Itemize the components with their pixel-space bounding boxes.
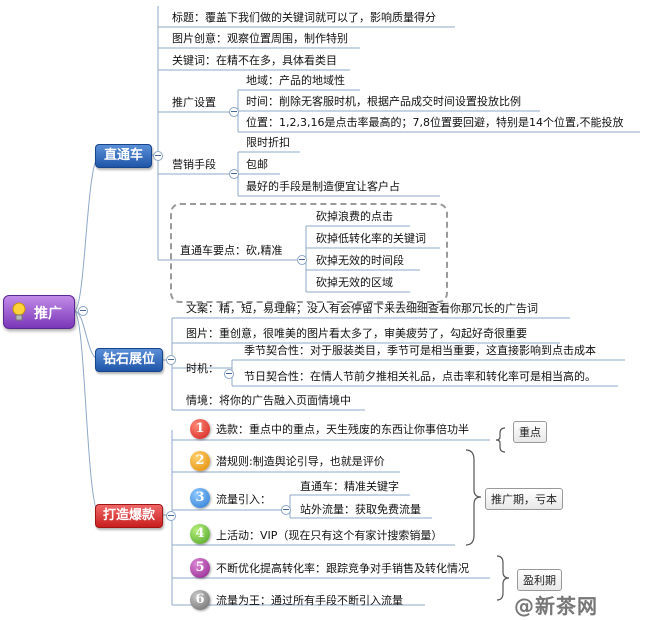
branch-label: 打造爆款 (102, 508, 155, 523)
step-number-2: 2 (190, 451, 210, 471)
step-number-6: 6 (190, 590, 210, 610)
step-6[interactable]: 流量为王：通过所有手段不断引入流量 (216, 594, 403, 608)
branch-baokuan[interactable]: 打造爆款 (95, 504, 163, 528)
node-holiday[interactable]: 节日契合性：在情人节前夕推相关礼品，点击率和转化率可是相当高的。 (244, 370, 596, 384)
node-copy[interactable]: 文案：精，短，易理解；没人有会停留下来去细细查看你那冗长的广告词 (186, 302, 538, 316)
step-2[interactable]: 潜规则:制造舆论引导，也就是评价 (216, 455, 385, 469)
node-key-c[interactable]: 砍掉无效的时间段 (316, 254, 404, 268)
node-position[interactable]: 位置：1,2,3,16是点击率最高的；7,8位置要回避，特别是14个位置,不能投… (246, 116, 623, 130)
node-key-d[interactable]: 砍掉无效的区域 (316, 276, 393, 290)
node-title[interactable]: 标题：覆盖下我们做的关键词就可以了，影响质量得分 (172, 11, 436, 25)
branch-zuanshi[interactable]: 钻石展位 (95, 348, 163, 372)
node-season[interactable]: 季节契合性：对于服装类目，季节可是相当重要，这直接影响到点击成本 (244, 344, 596, 358)
collapse-toggle[interactable] (224, 369, 234, 379)
node-marketing-b[interactable]: 包邮 (246, 158, 268, 172)
collapse-toggle[interactable] (229, 169, 239, 179)
node-context[interactable]: 情境：将你的广告融入页面情境中 (186, 394, 351, 408)
callout-profit-period[interactable]: 盈利期 (517, 569, 562, 591)
step-3[interactable]: 流量引入： (216, 493, 271, 507)
mind-map: 推广 直通车 标题：覆盖下我们做的关键词就可以了，影响质量得分 图片创意：观察位… (0, 0, 652, 621)
step-number-4: 4 (190, 524, 210, 544)
node-key-b[interactable]: 砍掉低转化率的关键词 (316, 232, 426, 246)
callout-focus[interactable]: 重点 (513, 421, 547, 443)
collapse-toggle[interactable] (166, 355, 176, 365)
node-marketing[interactable]: 营销手段 (172, 158, 216, 172)
branch-label: 直通车 (103, 148, 143, 163)
collapse-toggle[interactable] (281, 505, 291, 515)
step-1[interactable]: 选款：重点中的重点，天生残废的东西让你事倍功半 (216, 423, 469, 437)
watermark: @新茶网 (514, 594, 598, 618)
node-promo-settings[interactable]: 推广设置 (172, 96, 216, 110)
step-3-sub-b[interactable]: 站外流量：获取免费流量 (300, 503, 421, 517)
branch-zhitongche[interactable]: 直通车 (95, 144, 152, 168)
step-3-sub-a[interactable]: 直通车：精准关键字 (300, 480, 399, 494)
node-keyword[interactable]: 关键词：在精不在多，具体看类目 (172, 54, 337, 68)
node-key-a[interactable]: 砍掉浪费的点击 (316, 210, 393, 224)
node-region[interactable]: 地域：产品的地域性 (246, 74, 345, 88)
step-number-3: 3 (190, 488, 210, 508)
node-timing[interactable]: 时机： (186, 362, 219, 376)
step-number-1: 1 (190, 419, 210, 439)
lightbulb-icon (12, 302, 26, 321)
collapse-toggle[interactable] (229, 107, 239, 117)
collapse-toggle[interactable] (153, 151, 163, 161)
callout-promo-period[interactable]: 推广期，亏本 (485, 488, 563, 510)
collapse-toggle[interactable] (78, 306, 88, 316)
node-image[interactable]: 图片创意：观察位置周围，制作特别 (172, 32, 348, 46)
node-marketing-a[interactable]: 限时折扣 (246, 136, 290, 150)
step-4[interactable]: 上活动：VIP（现在只有这个有家计搜索销量） (216, 529, 442, 543)
node-zs-image[interactable]: 图片：重创意，很唯美的图片看太多了，审美疲劳了，勾起好奇很重要 (186, 327, 527, 341)
collapse-toggle[interactable] (166, 511, 176, 521)
node-marketing-c[interactable]: 最好的手段是制造便宜让客户占 (246, 180, 400, 194)
root-node[interactable]: 推广 (3, 295, 75, 329)
step-5[interactable]: 不断优化提高转化率：跟踪竞争对手销售及转化情况 (216, 562, 469, 576)
node-time[interactable]: 时间：削除无客服时机，根据产品成交时间设置投放比例 (246, 95, 521, 109)
node-key-points[interactable]: 直通车要点：砍,精准 (180, 244, 283, 258)
root-label: 推广 (34, 306, 62, 322)
step-number-5: 5 (190, 558, 210, 578)
collapse-toggle[interactable] (297, 255, 307, 265)
branch-label: 钻石展位 (102, 352, 155, 367)
